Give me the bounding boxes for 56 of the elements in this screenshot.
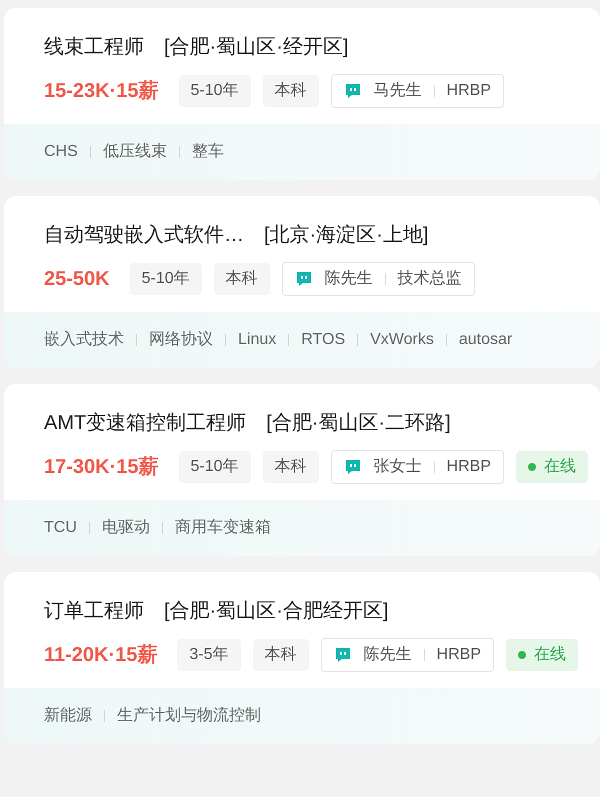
chat-bubble-icon <box>294 270 313 288</box>
salary: 17-30K·15薪 <box>44 455 159 480</box>
online-label: 在线 <box>544 456 576 477</box>
job-location: [北京·海淀区·上地] <box>264 223 428 248</box>
job-title: AMT变速箱控制工程师 <box>44 411 246 436</box>
job-card[interactable]: AMT变速箱控制工程师 [合肥·蜀山区·二环路] 17-30K·15薪 5-10年 本科 张女士 HRBP 在线 TCU 电驱动 商用车变速箱 <box>4 384 600 556</box>
skill-tag: 嵌入式技术 <box>44 328 124 352</box>
recruiter-role: HRBP <box>436 645 481 665</box>
skill-tag: RTOS <box>301 328 346 352</box>
recruiter-name: 张女士 <box>374 456 422 477</box>
degree-tag: 本科 <box>262 451 319 483</box>
skill-tag: VxWorks <box>370 328 434 352</box>
skill-tag: 低压线束 <box>102 140 167 164</box>
experience-tag: 5-10年 <box>178 75 251 107</box>
recruiter-name: 陈先生 <box>364 644 412 665</box>
salary: 15-23K·15薪 <box>44 79 159 104</box>
degree-tag: 本科 <box>262 75 319 107</box>
skill-tag: 整车 <box>192 140 224 164</box>
skill-tag: 生产计划与物流控制 <box>117 704 261 728</box>
skill-tag: Linux <box>238 328 276 352</box>
experience-tag: 5-10年 <box>130 263 202 295</box>
recruiter-role: 技术总监 <box>398 268 462 289</box>
experience-tag: 3-5年 <box>177 639 241 671</box>
recruiter-name: 马先生 <box>374 80 422 101</box>
recruiter-tag[interactable]: 陈先生 HRBP <box>320 638 494 672</box>
salary: 11-20K·15薪 <box>44 643 158 668</box>
job-card[interactable]: 线束工程师 [合肥·蜀山区·经开区] 15-23K·15薪 5-10年 本科 马先生 HRBP CHS 低压线束 整车 <box>4 8 600 180</box>
degree-tag: 本科 <box>214 263 270 295</box>
job-title: 线束工程师 <box>44 35 144 60</box>
skill-tag: autosar <box>458 328 512 352</box>
job-card[interactable]: 订单工程师 [合肥·蜀山区·合肥经开区] 11-20K·15薪 3-5年 本科 陈先生 HRBP 在线 新能源 生产计划与物流控制 <box>4 572 600 744</box>
skill-tag: 电驱动 <box>102 516 150 540</box>
skill-tag: 商用车变速箱 <box>174 516 271 540</box>
job-card[interactable]: 自动驾驶嵌入式软件… [北京·海淀区·上地] 25-50K 5-10年 本科 陈先生 技术总监 嵌入式技术 网络协议 Linux RTOS VxWorks autosar <box>4 196 600 368</box>
recruiter-tag[interactable]: 马先生 HRBP <box>330 74 504 108</box>
degree-tag: 本科 <box>252 639 309 671</box>
online-label: 在线 <box>534 644 566 665</box>
skill-tag: TCU <box>44 516 77 540</box>
job-location: [合肥·蜀山区·经开区] <box>164 35 348 60</box>
experience-tag: 5-10年 <box>178 451 251 483</box>
job-title: 自动驾驶嵌入式软件… <box>44 223 244 248</box>
skill-tag: 新能源 <box>44 704 92 728</box>
recruiter-role: HRBP <box>446 457 491 477</box>
chat-bubble-icon <box>344 458 362 476</box>
chat-bubble-icon <box>344 82 362 100</box>
recruiter-tag[interactable]: 张女士 HRBP <box>330 450 504 484</box>
recruiter-role: HRBP <box>446 81 491 101</box>
job-location: [合肥·蜀山区·二环路] <box>266 411 451 436</box>
skill-tag: 网络协议 <box>149 328 213 352</box>
recruiter-name: 陈先生 <box>324 268 373 289</box>
job-location: [合肥·蜀山区·合肥经开区] <box>164 599 388 624</box>
recruiter-tag[interactable]: 陈先生 技术总监 <box>282 262 475 296</box>
chat-bubble-icon <box>334 646 352 664</box>
skill-tag: CHS <box>44 140 78 164</box>
job-title: 订单工程师 <box>44 599 144 624</box>
salary: 25-50K <box>44 267 110 292</box>
